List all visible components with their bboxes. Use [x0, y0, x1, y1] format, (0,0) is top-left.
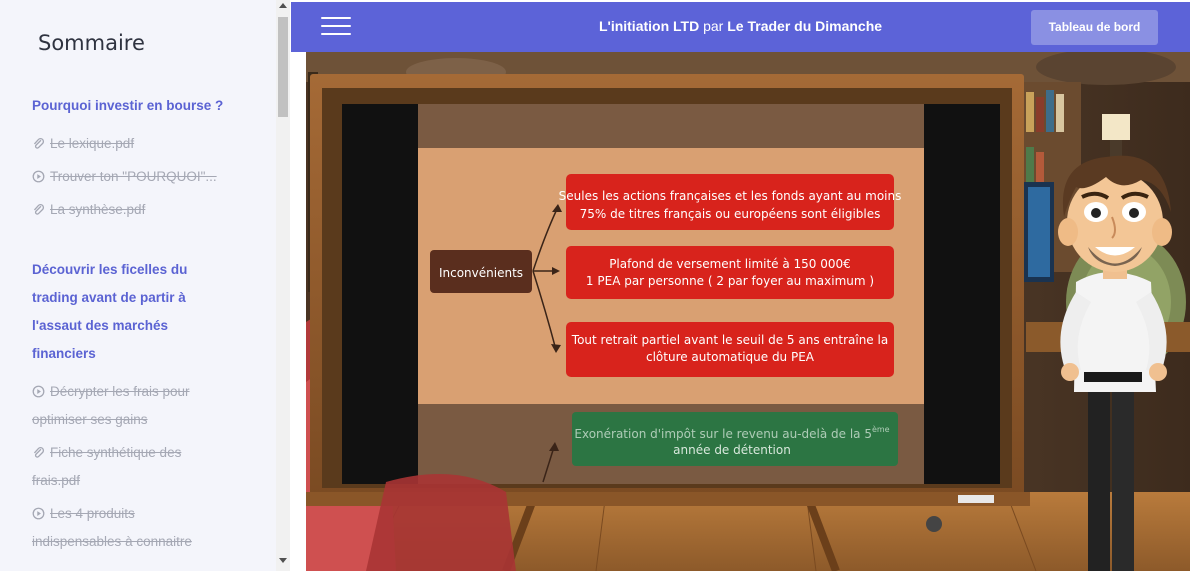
scroll-down-arrow-icon[interactable]: [279, 558, 287, 563]
play-circle-icon: [32, 385, 45, 398]
scroll-up-arrow-icon[interactable]: [279, 3, 287, 8]
slide-green-line1: Exonération d'impôt sur le revenu au-del…: [574, 427, 872, 441]
sidebar-item-label: Le lexique.pdf: [50, 136, 135, 151]
dashboard-button[interactable]: Tableau de bord: [1031, 10, 1158, 45]
top-bar: L'initiation LTD par Le Trader du Dimanc…: [291, 2, 1190, 52]
sidebar-item-synthese[interactable]: La synthèse.pdf: [32, 196, 145, 224]
sidebar-item-label: Fiche synthétique des frais.pdf: [32, 445, 182, 488]
sidebar-item-frais[interactable]: Décrypter les frais pour optimiser ses g…: [32, 378, 232, 434]
sidebar-item-label: Décrypter les frais pour optimiser ses g…: [32, 384, 190, 427]
slide-green-sup: ème: [872, 424, 890, 434]
slide-bullet-line: Plafond de versement limité à 150 000€: [609, 257, 851, 271]
sidebar-item-label: Les 4 produits indispensables à connaitr…: [32, 506, 192, 549]
sidebar-item-4-produits[interactable]: Les 4 produits indispensables à connaitr…: [32, 500, 217, 556]
sidebar-item-fiche-frais[interactable]: Fiche synthétique des frais.pdf: [32, 439, 202, 495]
course-sidebar: Sommaire Pourquoi investir en bourse ? L…: [0, 0, 290, 571]
paperclip-icon: [33, 446, 45, 458]
slide-bullet-line: 75% de titres français ou européens sont…: [580, 207, 881, 221]
sidebar-item-label: La synthèse.pdf: [50, 202, 146, 217]
slide-bullet-line: clôture automatique du PEA: [646, 350, 815, 364]
sidebar-item-lexique[interactable]: Le lexique.pdf: [32, 130, 134, 158]
title-connector: par: [703, 18, 724, 34]
svg-text:Exonération d'impôt sur le rev: Exonération d'impôt sur le revenu au-del…: [574, 424, 889, 441]
sidebar-scrollbar[interactable]: [276, 0, 290, 571]
video-frame: Inconvénients Seules les actions françai…: [306, 52, 1190, 571]
sidebar-section-ficelles[interactable]: Découvrir les ficelles du trading avant …: [32, 256, 222, 368]
scroll-thumb[interactable]: [278, 17, 288, 117]
paperclip-icon: [33, 137, 45, 149]
slide-bullet-line: Seules les actions françaises et les fon…: [559, 189, 902, 203]
lesson-video-player[interactable]: Inconvénients Seules les actions françai…: [306, 52, 1190, 571]
course-name: L'initiation LTD: [598, 18, 700, 34]
sidebar-title: Sommaire: [38, 31, 145, 55]
slide-bullet-box-2: [566, 246, 894, 299]
play-circle-icon: [32, 170, 45, 183]
play-circle-icon: [32, 507, 45, 520]
sidebar-section-why-invest[interactable]: Pourquoi investir en bourse ?: [32, 92, 223, 120]
slide-bullet-line: Tout retrait partiel avant le seuil de 5…: [571, 333, 888, 347]
sidebar-item-pourquoi[interactable]: Trouver ton "POURQUOI"...: [32, 163, 217, 191]
sidebar-item-label: Trouver ton "POURQUOI"...: [50, 169, 217, 184]
brand-name: Le Trader du Dimanche: [727, 18, 883, 34]
slide-center-label: Inconvénients: [439, 266, 523, 280]
slide-bullet-line: 1 PEA par personne ( 2 par foyer au maxi…: [586, 274, 874, 288]
slide-green-line2: année de détention: [673, 443, 791, 457]
paperclip-icon: [33, 203, 45, 215]
